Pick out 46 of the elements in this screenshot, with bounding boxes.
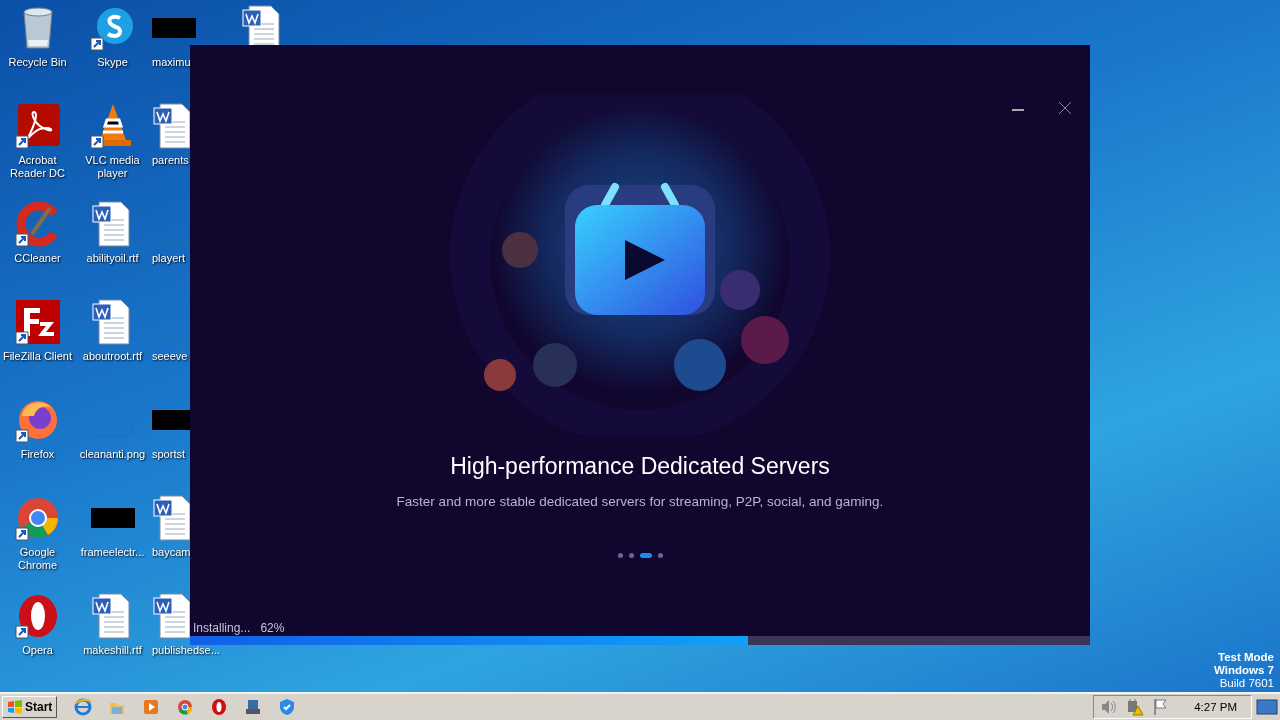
icon-label[interactable]: cleananti.png bbox=[79, 448, 146, 461]
icon-label[interactable]: Opera bbox=[22, 644, 53, 657]
percent-text: 62% bbox=[260, 621, 285, 635]
icon-label[interactable]: FileZilla Client bbox=[2, 350, 73, 363]
slide-description: Faster and more stable dedicated servers for streaming, P2P, social, and gaming. bbox=[396, 494, 884, 509]
icon-label[interactable]: CCleaner bbox=[14, 252, 61, 265]
pdf-icon[interactable] bbox=[13, 102, 62, 150]
icon-label[interactable]: makeshill.rtf bbox=[83, 644, 142, 657]
icon-label[interactable]: publishedse... bbox=[152, 644, 220, 657]
app-icon[interactable] bbox=[13, 298, 62, 346]
icon-label[interactable]: Firefox bbox=[20, 448, 55, 461]
icon-label[interactable]: frameelectr... bbox=[80, 546, 145, 559]
computer-icon[interactable] bbox=[244, 698, 263, 716]
icon-label[interactable]: seeeve bbox=[152, 350, 188, 363]
browser-icon[interactable] bbox=[74, 698, 93, 716]
icon-label[interactable]: maximu bbox=[152, 56, 191, 69]
icon-label[interactable]: Google Chrome bbox=[0, 546, 75, 572]
minimize-icon bbox=[1012, 109, 1024, 111]
close-icon bbox=[1058, 101, 1072, 115]
os-notice-text: Test Mode bbox=[1218, 651, 1274, 664]
carousel-dot[interactable] bbox=[617, 553, 623, 558]
icon-label[interactable]: baycam bbox=[152, 546, 191, 559]
show-desktop-icon[interactable] bbox=[1256, 698, 1278, 716]
carousel-dot[interactable] bbox=[628, 553, 634, 558]
play-icon[interactable] bbox=[142, 698, 161, 716]
icon-label[interactable]: Skype bbox=[97, 56, 128, 69]
icon-label[interactable]: Acrobat Reader DC bbox=[0, 154, 75, 180]
start-button[interactable]: Start bbox=[2, 696, 58, 718]
icon-label[interactable]: sportst bbox=[152, 448, 185, 461]
icon-label[interactable]: parents bbox=[152, 154, 189, 167]
browser-icon[interactable] bbox=[210, 698, 229, 716]
network-warning-icon[interactable] bbox=[1126, 698, 1145, 716]
os-notice-text: Build 7601 bbox=[1219, 677, 1274, 690]
browser-icon[interactable] bbox=[176, 698, 195, 716]
icon-label[interactable]: abilityoil.rtf bbox=[86, 252, 139, 265]
status-text: Installing... bbox=[193, 621, 251, 635]
slide-title: High-performance Dedicated Servers bbox=[450, 453, 830, 480]
clock[interactable]: 4:27 PM bbox=[1194, 701, 1237, 713]
os-notice-text: Windows 7 bbox=[1214, 664, 1274, 677]
icon-label[interactable]: VLC media player bbox=[75, 154, 150, 180]
icon-label[interactable]: aboutroot.rtf bbox=[82, 350, 143, 363]
shield-icon[interactable] bbox=[278, 698, 297, 716]
icon-label[interactable]: playert bbox=[152, 252, 186, 265]
windows-logo-icon bbox=[7, 700, 23, 714]
icon-label[interactable]: Recycle Bin bbox=[8, 56, 67, 69]
carousel-dot[interactable] bbox=[657, 553, 663, 558]
